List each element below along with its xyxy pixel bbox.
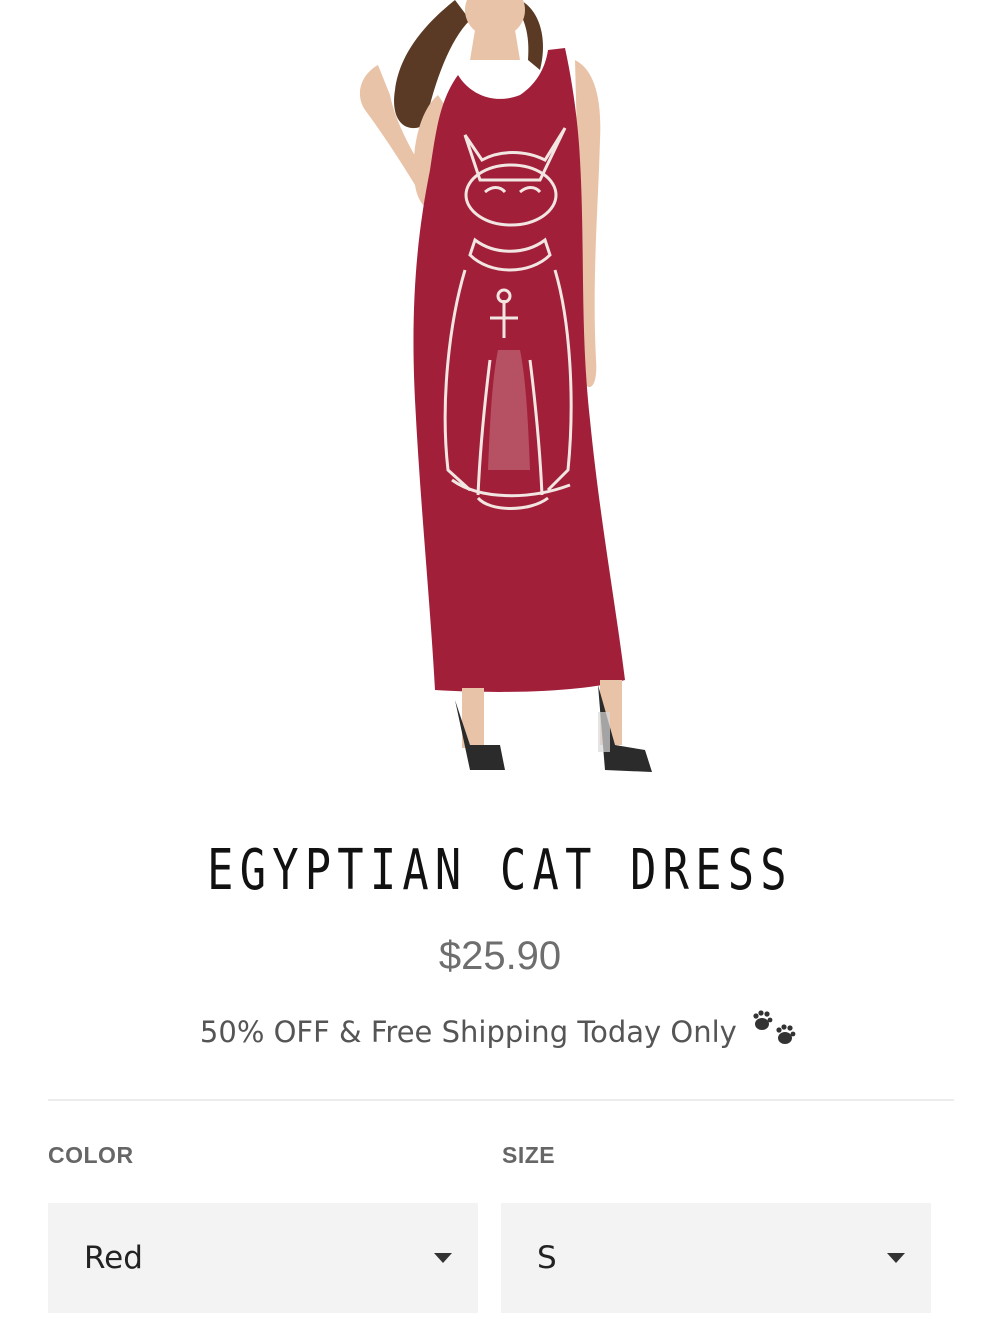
color-select[interactable]: Red — [48, 1203, 478, 1313]
section-divider — [48, 1099, 954, 1101]
color-label: COLOR — [48, 1142, 134, 1168]
promo-text: 50% OFF & Free Shipping Today Only — [199, 1015, 737, 1049]
size-label: SIZE — [502, 1142, 556, 1168]
size-select-value: S — [537, 1240, 557, 1276]
product-title: EGYPTIAN CAT DRESS — [207, 838, 793, 903]
chevron-down-icon — [434, 1253, 452, 1263]
promo-banner: 50% OFF & Free Shipping Today Only — [0, 1008, 1000, 1055]
size-select[interactable]: S — [501, 1203, 931, 1313]
product-price: $25.90 — [438, 934, 562, 978]
paw-prints-icon — [752, 1008, 800, 1055]
product-image — [0, 0, 1000, 800]
chevron-down-icon — [887, 1253, 905, 1263]
color-select-value: Red — [84, 1240, 143, 1276]
